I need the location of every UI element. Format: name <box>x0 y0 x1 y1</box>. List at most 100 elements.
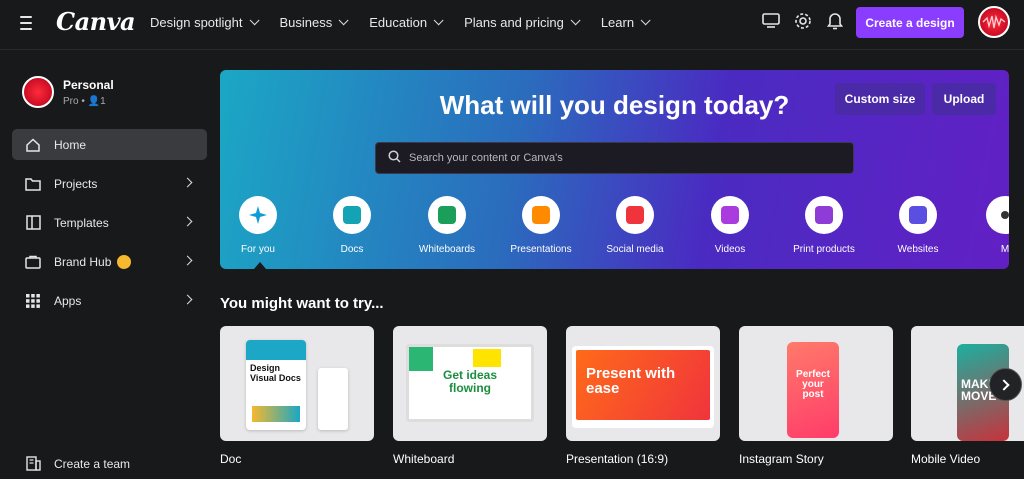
sidebar-item-apps[interactable]: Apps <box>12 285 207 316</box>
card-label: Mobile Video <box>911 452 981 466</box>
presentation-preview-text: Present with ease <box>586 365 676 397</box>
profile-switcher[interactable]: Personal Pro • 👤1 <box>22 76 114 108</box>
website-icon <box>899 196 937 234</box>
top-icon-group <box>762 12 844 30</box>
nav-label: Business <box>279 14 333 30</box>
main-nav: Design spotlight Business Education Plan… <box>150 0 671 44</box>
nav-design-spotlight[interactable]: Design spotlight <box>150 14 260 30</box>
category-videos[interactable]: Videos <box>685 196 775 255</box>
category-label: Whiteboards <box>418 244 476 255</box>
doc-thumbnail: Design Visual Docs <box>220 326 374 441</box>
chevron-down-icon <box>338 14 349 25</box>
chevron-down-icon <box>570 14 581 25</box>
nav-label: Learn <box>600 14 635 30</box>
whiteboards-icon <box>428 196 466 234</box>
sidebar-item-label: Apps <box>54 293 82 308</box>
building-icon <box>25 456 41 472</box>
member-count: 1 <box>100 95 106 107</box>
chevron-right-icon <box>998 378 1010 391</box>
category-label: Websites <box>897 244 939 255</box>
profile-name: Personal <box>63 77 114 92</box>
settings-gear-icon[interactable] <box>794 12 812 30</box>
account-avatar[interactable] <box>978 6 1010 38</box>
category-label: For you <box>241 244 275 255</box>
nav-education[interactable]: Education <box>369 14 444 30</box>
search-input[interactable]: Search your content or Canva's <box>375 142 854 174</box>
sidebar-item-label: Projects <box>54 176 98 191</box>
profile-plan-info: Pro • 👤1 <box>63 95 106 107</box>
create-team-button[interactable]: Create a team <box>12 448 207 479</box>
crown-badge-icon <box>117 254 132 269</box>
hero-banner: What will you design today? Custom size … <box>220 70 1009 269</box>
nav-business[interactable]: Business <box>279 14 349 30</box>
sidebar-item-label: Create a team <box>54 456 131 471</box>
suggestions-title: You might want to try... <box>220 295 384 312</box>
nav-plans-pricing[interactable]: Plans and pricing <box>464 14 581 30</box>
instagram-story-thumbnail: Perfect your post <box>739 326 893 441</box>
card-label: Presentation (16:9) <box>566 452 669 466</box>
nav-label: Plans and pricing <box>464 14 564 30</box>
upload-button[interactable]: Upload <box>932 83 996 115</box>
suggestion-card-presentation[interactable]: Present with ease Presentation (16:9) <box>566 326 720 466</box>
card-label: Whiteboard <box>393 452 455 466</box>
category-for-you[interactable]: For you <box>220 196 303 255</box>
whiteboard-preview-text: Get ideas flowing <box>442 368 498 395</box>
category-more[interactable]: M <box>960 196 1009 255</box>
create-a-design-button[interactable]: Create a design <box>856 7 964 38</box>
video-camera-icon <box>711 196 749 234</box>
apps-grid-icon <box>25 293 41 309</box>
story-preview-text: Perfect your post <box>796 369 830 400</box>
chevron-down-icon <box>249 14 260 25</box>
chevron-down-icon <box>640 14 651 25</box>
sidebar-item-label: Home <box>54 137 87 152</box>
category-whiteboards[interactable]: Whiteboards <box>402 196 492 255</box>
docs-icon <box>333 196 371 234</box>
desktop-app-icon[interactable] <box>762 12 780 30</box>
template-icon <box>25 215 41 231</box>
profile-avatar <box>22 76 54 108</box>
presentation-thumbnail: Present with ease <box>566 326 720 441</box>
category-presentations[interactable]: Presentations <box>496 196 586 255</box>
presentations-icon <box>522 196 560 234</box>
sidebar-item-templates[interactable]: Templates <box>12 207 207 238</box>
person-icon: 👤 <box>87 95 101 107</box>
nav-label: Design spotlight <box>150 14 243 30</box>
suggestion-card-doc[interactable]: Design Visual Docs Doc <box>220 326 374 466</box>
chevron-down-icon <box>433 14 444 25</box>
plan-label: Pro <box>63 95 79 107</box>
chevron-right-icon <box>182 216 193 227</box>
category-label: Presentations <box>510 244 572 255</box>
sidebar-item-home[interactable]: Home <box>12 129 207 160</box>
doc-preview-text: Design Visual Docs <box>250 363 301 383</box>
search-placeholder: Search your content or Canva's <box>409 152 563 164</box>
category-print-products[interactable]: Print products <box>779 196 869 255</box>
notifications-bell-icon[interactable] <box>826 12 844 30</box>
category-websites[interactable]: Websites <box>873 196 963 255</box>
category-label: M <box>1000 244 1009 255</box>
suggestion-card-whiteboard[interactable]: Get ideas flowing Whiteboard <box>393 326 547 466</box>
more-icon <box>986 196 1009 234</box>
category-label: Docs <box>340 244 364 255</box>
category-docs[interactable]: Docs <box>307 196 397 255</box>
chevron-right-icon <box>182 177 193 188</box>
whiteboard-thumbnail: Get ideas flowing <box>393 326 547 441</box>
nav-label: Education <box>369 14 428 30</box>
brand-icon <box>25 254 41 270</box>
sidebar-item-brand-hub[interactable]: Brand Hub <box>12 246 207 277</box>
search-icon <box>388 150 401 166</box>
category-label: Videos <box>714 244 746 255</box>
category-social-media[interactable]: Social media <box>590 196 680 255</box>
sidebar-item-projects[interactable]: Projects <box>12 168 207 199</box>
top-navigation-bar: Canva Design spotlight Business Educatio… <box>0 0 1024 50</box>
suggestion-card-instagram-story[interactable]: Perfect your post Instagram Story <box>739 326 893 466</box>
selected-category-indicator <box>254 262 266 269</box>
printer-icon <box>805 196 843 234</box>
carousel-next-button[interactable] <box>989 368 1022 401</box>
home-icon <box>25 137 41 153</box>
custom-size-button[interactable]: Custom size <box>835 83 925 115</box>
category-strip: For you Docs Whiteboards Presentations S… <box>220 196 1009 266</box>
canva-logo[interactable]: Canva <box>56 7 136 36</box>
hamburger-menu-icon[interactable] <box>20 16 38 30</box>
category-label: Social media <box>606 244 664 255</box>
nav-learn[interactable]: Learn <box>600 14 651 30</box>
